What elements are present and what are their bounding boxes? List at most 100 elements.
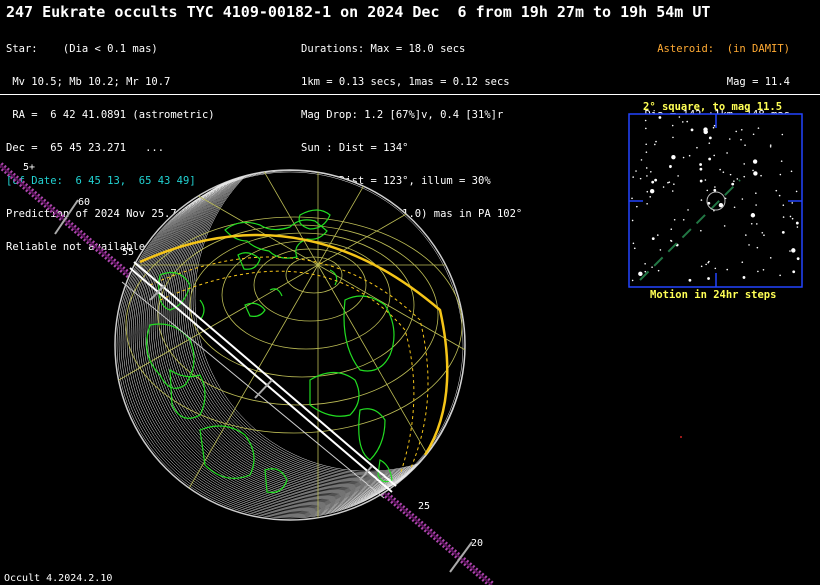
lat-long-grid: [115, 170, 465, 520]
star-dot: [650, 170, 652, 173]
star-dot: [708, 157, 712, 161]
star-chart-motion-label: Motion in 24hr steps: [650, 289, 777, 301]
star-dot: [781, 230, 785, 234]
star-dot: [753, 171, 758, 176]
star-dot: [703, 127, 708, 132]
star-dot: [682, 218, 685, 221]
star-dot: [779, 173, 782, 176]
star-dot: [791, 248, 796, 253]
star-chart-title: 2° square, to mag 11.5: [643, 101, 783, 113]
star-dot: [745, 234, 747, 236]
star-dot: [795, 221, 799, 225]
star-dot: [736, 178, 739, 180]
star-dot: [752, 159, 758, 164]
star-dot: [639, 177, 642, 180]
star-dot: [638, 271, 643, 277]
star-dot: [649, 196, 652, 198]
star-dot: [741, 198, 744, 200]
star-dot: [636, 205, 638, 208]
star-dot: [762, 268, 765, 271]
star-dot: [778, 194, 781, 197]
star-dot: [769, 144, 772, 146]
star-dot: [782, 216, 785, 218]
star-dot: [662, 186, 665, 188]
star-dot: [757, 270, 759, 273]
star-dot: [713, 124, 716, 127]
tick-label-25: 25: [418, 501, 430, 512]
star-dot: [706, 189, 709, 192]
star-dot: [687, 209, 689, 211]
star-dot: [631, 279, 634, 282]
star-dot: [769, 145, 772, 148]
star-dot: [635, 170, 637, 172]
star-dot: [631, 197, 633, 200]
star-dot: [780, 160, 783, 162]
star-dot: [644, 270, 647, 273]
star-dot: [707, 277, 710, 280]
asteroid-heading: Asteroid: (in DAMIT): [657, 43, 790, 55]
star-dot: [752, 169, 754, 172]
star-dot: [722, 171, 725, 173]
star-dot: [646, 202, 648, 205]
star-dot: [696, 146, 698, 149]
star-dot: [646, 190, 649, 193]
star-dot: [755, 192, 757, 194]
star-dot: [775, 189, 778, 192]
star-dot: [651, 180, 655, 184]
star-dot: [640, 159, 643, 161]
star-dot: [686, 120, 689, 123]
star-dot: [763, 234, 765, 236]
star-dot: [704, 179, 707, 181]
tick-label-55: 55: [122, 247, 134, 258]
star-dot: [743, 163, 746, 165]
star-dot: [681, 121, 684, 123]
star-dot: [741, 261, 744, 264]
star-dot: [756, 246, 759, 249]
star-dot: [658, 116, 662, 119]
star-dot: [700, 265, 703, 268]
software-version: Occult 4.2024.2.10: [4, 573, 113, 584]
star-dot: [752, 133, 755, 136]
star-dot: [654, 178, 658, 182]
star-dot: [632, 242, 635, 245]
star-dot: [708, 260, 710, 263]
star-dot: [657, 269, 660, 272]
tick-label-60: 60: [78, 197, 90, 208]
star-dot: [735, 130, 738, 133]
star-dot: [649, 188, 655, 194]
star-dot: [671, 154, 676, 160]
star-dot: [646, 175, 648, 177]
star-dot: [645, 151, 648, 153]
star-dot: [656, 234, 659, 236]
star-dot: [726, 152, 728, 154]
star-dot: [740, 128, 743, 131]
tick-label-20: 20: [471, 538, 483, 549]
star-dot: [644, 119, 647, 122]
star-dot: [760, 174, 762, 177]
star-dot: [688, 278, 692, 282]
asteroid-mag: Mag = 11.4: [726, 76, 790, 88]
star-dot: [632, 176, 634, 178]
scale-info: 1km = 0.13 secs, 1mas = 0.12 secs: [301, 76, 510, 88]
star-dot: [708, 136, 712, 140]
star-dot: [789, 215, 792, 218]
star-dot: [708, 142, 711, 144]
red-marker: [680, 436, 682, 438]
prediction-title: 247 Eukrate occults TYC 4109-00182-1 on …: [6, 3, 711, 21]
star-dot: [789, 250, 791, 252]
star-dot: [671, 124, 674, 127]
star-dot: [668, 181, 671, 183]
star-dot: [659, 249, 662, 251]
star-dot: [699, 167, 703, 171]
star-dot: [781, 133, 784, 136]
star-chart: [628, 113, 803, 288]
star-dot: [669, 166, 672, 169]
star-dot: [796, 257, 800, 261]
star-dot: [655, 140, 657, 143]
star-dot: [750, 222, 753, 225]
star-dot: [742, 276, 746, 279]
star-dot: [631, 219, 634, 222]
tick-label-5plus: 5+: [23, 162, 35, 173]
star-dot: [644, 262, 646, 265]
star-dot: [761, 231, 764, 234]
